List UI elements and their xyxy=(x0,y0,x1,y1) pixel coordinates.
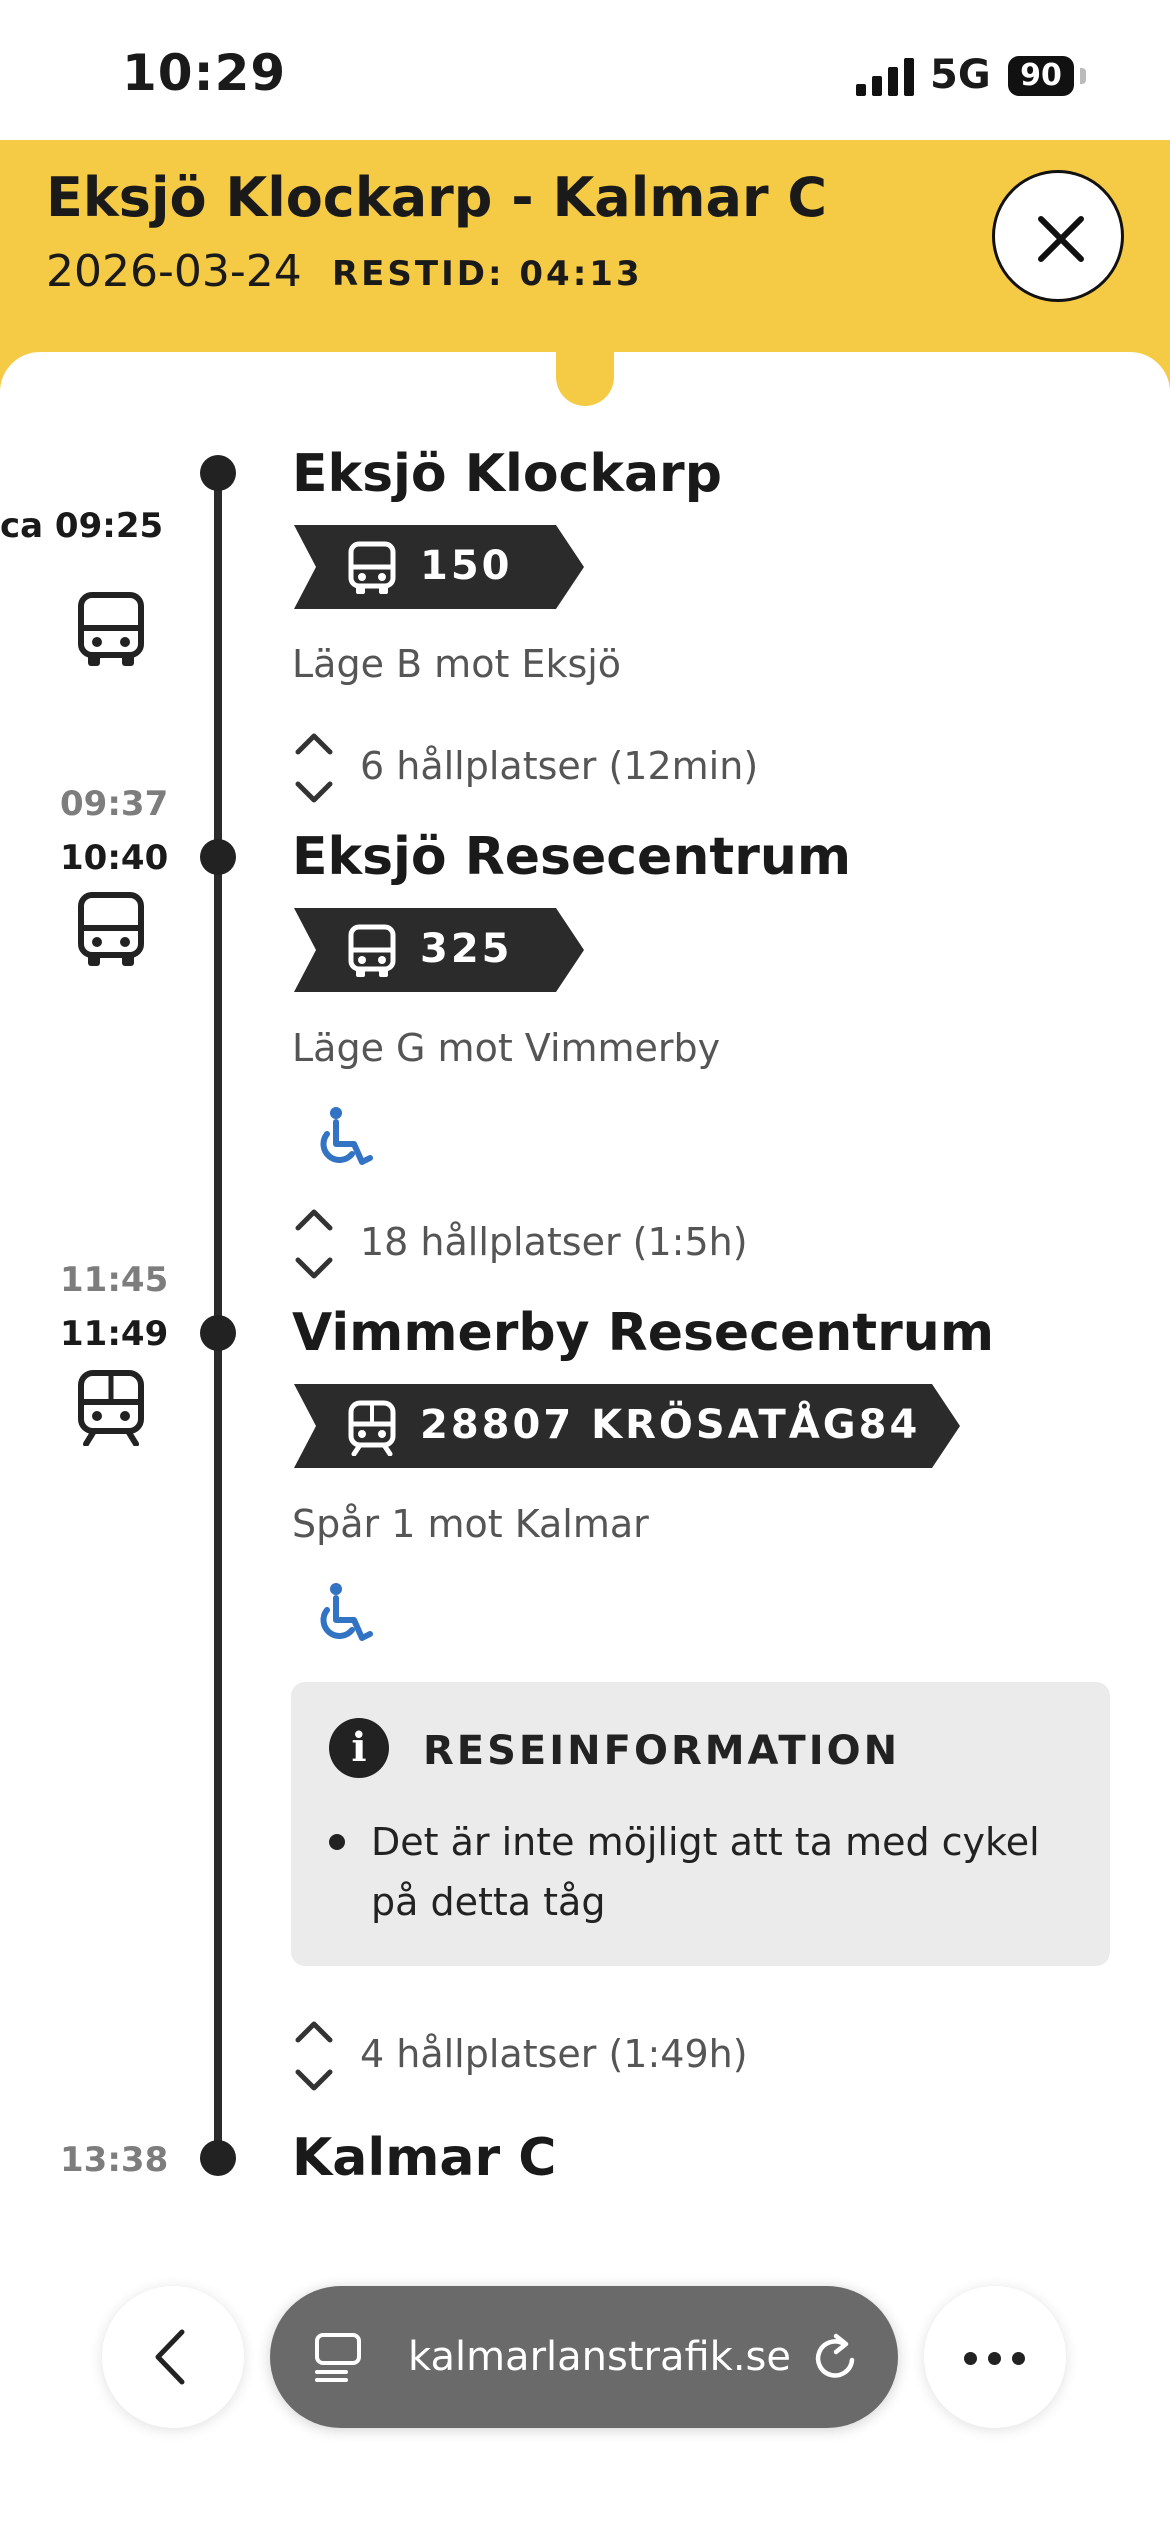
stops-summary: 6 hållplatser (12min) xyxy=(360,744,759,788)
train-icon xyxy=(78,1370,144,1446)
expand-collapse-icon xyxy=(295,733,333,803)
more-dot xyxy=(988,2352,1001,2365)
platform-info: Läge B mot Eksjö xyxy=(292,642,622,686)
line-number: 150 xyxy=(420,543,513,589)
stop-name: Eksjö Klockarp xyxy=(292,444,722,504)
status-time: 10:29 xyxy=(122,44,287,102)
battery-tip xyxy=(1080,68,1086,84)
reload-icon[interactable] xyxy=(810,2330,862,2384)
departure-time: ca 09:25 xyxy=(0,506,164,546)
more-options-button[interactable] xyxy=(924,2286,1066,2428)
status-bar: 10:29 5G 90 xyxy=(0,0,1170,140)
timeline-dot xyxy=(200,839,236,875)
wheelchair-icon xyxy=(320,1107,373,1165)
expand-collapse-icon xyxy=(295,1209,333,1279)
intermediate-stops-toggle[interactable]: 6 hållplatser (12min) xyxy=(292,728,792,808)
battery-indicator: 90 xyxy=(1008,56,1074,96)
browser-toolbar: kalmarlanstrafik.se xyxy=(0,2250,1170,2532)
signal-icon xyxy=(856,58,914,96)
address-bar[interactable]: kalmarlanstrafik.se xyxy=(270,2286,898,2428)
intermediate-stops-toggle[interactable]: 18 hållplatser (1:5h) xyxy=(292,1204,792,1284)
travel-info-item: Det är inte möjligt att ta med cykel på … xyxy=(371,1820,1040,1924)
platform-info: Läge G mot Vimmerby xyxy=(292,1026,721,1070)
trip-title: Eksjö Klockarp - Kalmar C xyxy=(46,166,828,229)
wheelchair-icon xyxy=(320,1583,373,1641)
bus-icon xyxy=(348,924,396,977)
stops-summary: 18 hållplatser (1:5h) xyxy=(360,1220,748,1264)
departure-time: 11:49 xyxy=(60,1314,169,1354)
sheet-notch xyxy=(556,340,614,406)
line-number: 28807 KRÖSATÅG84 xyxy=(420,1402,921,1448)
line-badge: 150 xyxy=(294,525,584,609)
travel-time: RESTID: 04:13 xyxy=(332,254,643,294)
more-dot xyxy=(1012,2352,1025,2365)
chevron-left-icon xyxy=(155,2329,185,2385)
bullet xyxy=(329,1834,345,1850)
stop-name: Eksjö Resecentrum xyxy=(292,827,852,887)
train-icon xyxy=(348,1400,396,1456)
trip-date: 2026-03-24 xyxy=(46,246,302,297)
network-type: 5G xyxy=(930,52,991,98)
close-button[interactable] xyxy=(992,170,1124,302)
url-text: kalmarlanstrafik.se xyxy=(408,2334,791,2380)
platform-info: Spår 1 mot Kalmar xyxy=(292,1502,649,1546)
bus-icon xyxy=(348,541,396,594)
timeline-dot xyxy=(200,455,236,491)
info-icon: i xyxy=(329,1718,389,1778)
expand-collapse-icon xyxy=(295,2021,333,2091)
departure-time: 10:40 xyxy=(60,838,169,878)
line-badge: 325 xyxy=(294,908,584,992)
arrival-time: 09:37 xyxy=(60,784,169,824)
timeline-dot xyxy=(200,2140,236,2176)
bus-icon xyxy=(78,592,144,666)
arrival-time: 13:38 xyxy=(60,2140,169,2180)
reader-icon xyxy=(315,2333,361,2382)
travel-info-box: i RESEINFORMATION Det är inte möjligt at… xyxy=(291,1682,1110,1966)
bus-icon xyxy=(78,892,144,966)
timeline-dot xyxy=(200,1315,236,1351)
close-icon xyxy=(1038,216,1084,262)
line-badge: 28807 KRÖSATÅG84 xyxy=(294,1384,960,1468)
travel-info-title: RESEINFORMATION xyxy=(423,1728,901,1774)
stops-summary: 4 hållplatser (1:49h) xyxy=(360,2032,748,2076)
more-dot xyxy=(964,2352,977,2365)
intermediate-stops-toggle[interactable]: 4 hållplatser (1:49h) xyxy=(292,2016,792,2096)
stop-name: Kalmar C xyxy=(292,2128,557,2188)
back-button[interactable] xyxy=(102,2286,244,2428)
arrival-time: 11:45 xyxy=(60,1260,169,1300)
line-number: 325 xyxy=(420,926,513,972)
stop-name: Vimmerby Resecentrum xyxy=(292,1303,994,1363)
